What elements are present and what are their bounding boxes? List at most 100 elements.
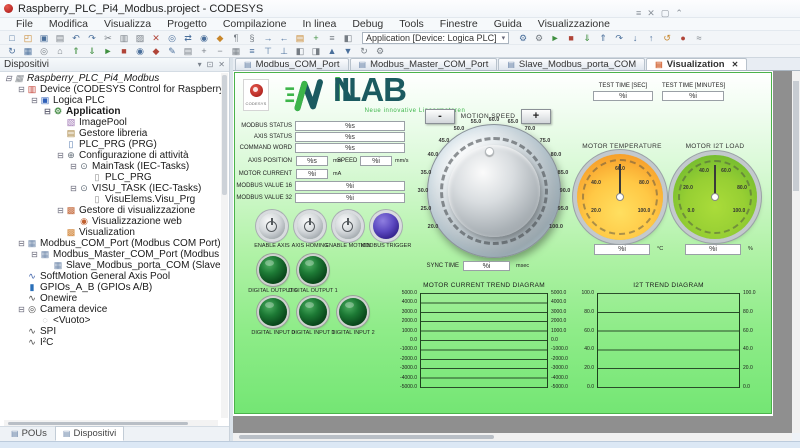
tree-item-visu-task[interactable]: ⊟ VISU_TASK (IEC-Tasks)	[0, 183, 221, 194]
scan-network-icon[interactable]: ◎	[36, 45, 52, 57]
motor-current-field[interactable]: %i	[296, 169, 328, 179]
axis-position-field[interactable]: %s	[296, 156, 328, 166]
open-project-icon[interactable]: ◰	[20, 32, 36, 44]
motion-speed-knob[interactable]	[427, 124, 561, 258]
tree-item-project-root[interactable]: ⊟ Raspberry_PLC_Pi4_Modbus	[0, 73, 221, 84]
motion-speed-decrease-button[interactable]: -	[425, 109, 455, 124]
tree-item-task-configuration[interactable]: ⊟ Configurazione di attività	[0, 150, 221, 161]
close-icon[interactable]: ✕	[647, 8, 655, 18]
print-icon[interactable]: ▤	[52, 32, 68, 44]
send-back-icon[interactable]: ▼	[340, 45, 356, 57]
tree-item-plc-logic[interactable]: ⊟ Logica PLC	[0, 95, 221, 106]
device-icon[interactable]: ▦	[20, 45, 36, 57]
axis-homing-button[interactable]: AXIS HOMING	[291, 213, 329, 253]
library-manager-icon[interactable]: ▤	[292, 32, 308, 44]
motor-i2t-load-field[interactable]: %i	[685, 244, 741, 255]
test-time-sec-field[interactable]: %i	[593, 91, 653, 101]
command-word-field[interactable]: %s	[295, 143, 405, 153]
scrollbar-thumb[interactable]	[222, 75, 227, 195]
compare-icon[interactable]: ◧	[340, 32, 356, 44]
tree-item-visualization[interactable]: Visualization	[0, 227, 221, 238]
tree-expander-icon[interactable]: ⊟	[30, 249, 39, 260]
logout-icon[interactable]: ⇑	[595, 32, 611, 44]
tree-item-camera-device[interactable]: ⊟ Camera device	[0, 304, 221, 315]
replace-icon[interactable]: ⇄	[180, 32, 196, 44]
redo-icon[interactable]: ↷	[84, 32, 100, 44]
tree-expander-icon[interactable]: ⊟	[56, 205, 65, 216]
step-out-icon[interactable]: ↑	[643, 32, 659, 44]
power-button-icon[interactable]	[373, 213, 399, 239]
tree-expander-icon[interactable]: ⊟	[17, 304, 26, 315]
find-icon[interactable]: ◎	[164, 32, 180, 44]
outdent-icon[interactable]: ←	[276, 32, 292, 44]
active-application-combo[interactable]: Application [Device: Logica PLC] ▾	[362, 32, 509, 44]
device-tree-vertical-scrollbar[interactable]	[221, 73, 228, 418]
editor-tab-visualization[interactable]: ▤ Visualization ✕	[646, 58, 747, 70]
step-over-icon[interactable]: ↷	[611, 32, 627, 44]
menu-item[interactable]: Tools	[391, 18, 432, 30]
tree-expander-icon[interactable]: ⊟	[69, 161, 78, 172]
tree-item-device[interactable]: ⊟ Device (CODESYS Control for Raspberry …	[0, 84, 221, 95]
login-icon[interactable]: ⇓	[579, 32, 595, 44]
bring-front-icon[interactable]: ▲	[324, 45, 340, 57]
tree-item-library-manager[interactable]: Gestore libreria	[0, 128, 221, 139]
tree-item-gpios[interactable]: GPIOs_A_B (GPIOs A/B)	[0, 282, 221, 293]
editor-tab-modbus-com-port[interactable]: ▤ Modbus_COM_Port ✕	[235, 58, 349, 70]
add-object-icon[interactable]: +	[308, 32, 324, 44]
stop-icon[interactable]: ■	[563, 32, 579, 44]
group-icon[interactable]: ◧	[292, 45, 308, 57]
cut-icon[interactable]: ✂	[100, 32, 116, 44]
tree-item-maintask[interactable]: ⊟ MainTask (IEC-Tasks)	[0, 161, 221, 172]
tree-expander-icon[interactable]: ⊟	[4, 73, 13, 84]
save-icon[interactable]: ▣	[36, 32, 52, 44]
tree-expander-icon[interactable]: ⊟	[30, 95, 39, 106]
test-time-minutes-field[interactable]: %i	[662, 91, 724, 101]
tree-item-softmotion-axis-pool[interactable]: SoftMotion General Axis Pool	[0, 271, 221, 282]
menu-item[interactable]: Visualizza	[96, 18, 159, 30]
tree-item-imagepool[interactable]: ImagePool	[0, 117, 221, 128]
step-into-icon[interactable]: ↓	[627, 32, 643, 44]
power-button-icon[interactable]	[259, 213, 285, 239]
grid-icon[interactable]: ▦	[228, 45, 244, 57]
menu-item[interactable]: Modifica	[41, 18, 96, 30]
tree-item-modbus-master-com-port[interactable]: ⊟ Modbus_Master_COM_Port (Modbus Master,…	[0, 249, 221, 260]
breakpoint-icon[interactable]: ●	[675, 32, 691, 44]
menu-item[interactable]: Progetto	[159, 18, 215, 30]
scrollbar-thumb[interactable]	[239, 435, 494, 439]
download-icon[interactable]: ⇓	[84, 45, 100, 57]
close-tab-icon[interactable]: ✕	[732, 60, 739, 69]
tree-item-webvisu[interactable]: Visualizzazione web	[0, 216, 221, 227]
minimize-icon[interactable]: ⌃	[675, 8, 683, 18]
tree-expander-icon[interactable]: ⊟	[69, 183, 78, 194]
tree-item-visualization-manager[interactable]: ⊟ Gestore di visualizzazione	[0, 205, 221, 216]
menu-icon[interactable]: ≡	[636, 8, 641, 18]
new-project-icon[interactable]: □	[4, 32, 20, 44]
tree-expander-icon[interactable]: ⊟	[17, 84, 26, 95]
tree-item-camera-empty[interactable]: <Vuoto>	[0, 315, 221, 326]
comment-icon[interactable]: ¶	[228, 32, 244, 44]
tree-expander-icon[interactable]: ⊟	[17, 238, 26, 249]
indent-icon[interactable]: →	[260, 32, 276, 44]
tree-item-visuelems-visu-prg[interactable]: VisuElems.Visu_Prg	[0, 194, 221, 205]
gateway-icon[interactable]: ⌂	[52, 45, 68, 57]
close-icon[interactable]: ✕	[218, 60, 225, 70]
settings-icon[interactable]: ⚙	[372, 45, 388, 57]
tree-item-maintask-plc-prg[interactable]: PLC_PRG	[0, 172, 221, 183]
editor-vertical-scrollbar[interactable]	[792, 71, 800, 433]
rebuild-icon[interactable]: ⚙	[531, 32, 547, 44]
tree-item-application[interactable]: ⊟ Application	[0, 106, 221, 117]
align-left-icon[interactable]: ≡	[244, 45, 260, 57]
watch-icon[interactable]: ◉	[132, 45, 148, 57]
tree-item-slave-modbus-porta-com[interactable]: Slave_Modbus_porta_COM (Slave Modbus, po…	[0, 260, 221, 271]
enable-axis-button[interactable]: ENABLE AXIS	[253, 213, 291, 253]
scrollbar-thumb[interactable]	[8, 422, 188, 425]
modbus-trigger-button[interactable]: MODBUS TRIGGER	[367, 213, 405, 253]
power-button-icon[interactable]	[297, 213, 323, 239]
menu-item[interactable]: Compilazione	[215, 18, 295, 30]
axis-status-field[interactable]: %s	[295, 132, 405, 142]
uncomment-icon[interactable]: §	[244, 32, 260, 44]
zoom-out-icon[interactable]: −	[212, 45, 228, 57]
align-top-icon[interactable]: ⊤	[260, 45, 276, 57]
menu-item[interactable]: In linea	[294, 18, 344, 30]
modbus-status-field[interactable]: %s	[295, 121, 405, 131]
